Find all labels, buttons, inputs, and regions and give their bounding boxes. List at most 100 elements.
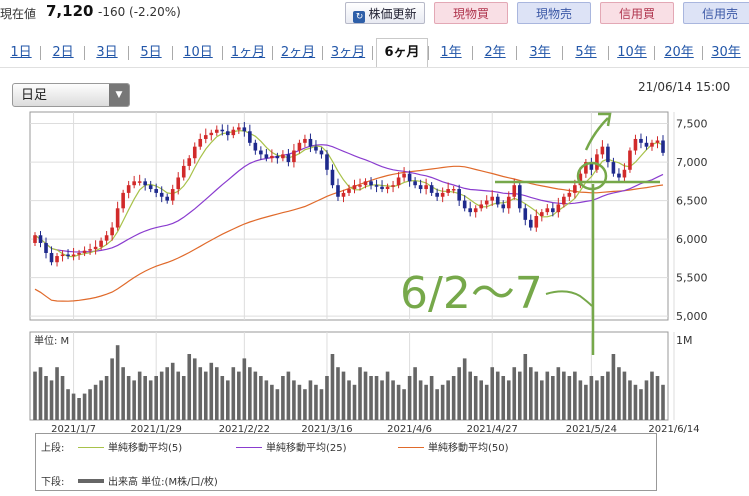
candle-body — [402, 173, 406, 178]
chart-timestamp: 21/06/14 15:00 — [638, 80, 731, 94]
legend-swatch-ma5 — [78, 447, 104, 448]
candle-body — [121, 192, 125, 209]
volume-bar — [611, 354, 616, 420]
candle-body — [363, 181, 368, 186]
candle-body — [633, 138, 638, 151]
volume-bar — [512, 367, 517, 420]
volume-bar — [606, 371, 610, 420]
candle-body — [319, 150, 324, 155]
volume-bar — [523, 354, 528, 420]
volume-bar — [336, 367, 340, 420]
volume-bar — [374, 376, 379, 420]
candle-body — [137, 181, 142, 183]
legend-ma25-label: 単純移動平均(25) — [266, 443, 347, 454]
volume-bar — [589, 376, 594, 420]
candle-body — [115, 208, 120, 228]
candle-body — [220, 129, 225, 132]
candle-body — [170, 189, 175, 201]
candle-body — [655, 140, 660, 143]
candle-body — [303, 138, 307, 143]
volume-bar — [413, 367, 417, 420]
volume-bar — [369, 376, 373, 420]
volume-bar — [137, 371, 142, 420]
candle-body — [435, 192, 439, 197]
volume-bar — [584, 384, 588, 420]
volume-bar — [99, 380, 103, 420]
volume-bar — [424, 384, 428, 420]
candle-body — [148, 185, 153, 190]
volume-bar — [600, 376, 605, 420]
candle-body — [330, 169, 335, 186]
candle-body — [82, 250, 87, 253]
volume-bar — [154, 376, 158, 420]
y-tick-label: 6,500 — [676, 195, 708, 208]
candle-body — [484, 200, 489, 205]
candle-body — [506, 196, 511, 209]
volume-bar — [159, 371, 164, 420]
volume-bar — [165, 367, 170, 420]
candle-body — [165, 196, 170, 201]
candle-body — [325, 154, 329, 170]
volume-bar — [121, 367, 125, 420]
volume-bar — [341, 371, 346, 420]
candle-body — [143, 181, 147, 186]
volume-bar — [38, 367, 43, 420]
volume-bar — [66, 389, 70, 420]
volume-bar — [231, 367, 236, 420]
candle-body — [231, 129, 236, 136]
legend-ma5-label: 単純移動平均(5) — [108, 443, 183, 454]
volume-bar — [264, 380, 269, 420]
volume-bar — [237, 371, 241, 420]
volume-bar — [534, 371, 539, 420]
volume-bar — [490, 367, 495, 420]
timeframe-value: 日足 — [21, 88, 48, 103]
y-tick-label: 6,000 — [676, 233, 708, 246]
volume-bar — [319, 389, 324, 420]
candle-body — [154, 189, 158, 193]
volume-bar — [402, 389, 406, 420]
legend-item-ma5: 単純移動平均(5) — [78, 439, 182, 454]
volume-bar — [148, 380, 153, 420]
y-tick-label: 7,000 — [676, 156, 708, 169]
candle-body — [639, 138, 643, 143]
volume-bar — [484, 384, 489, 420]
volume-bar — [88, 389, 92, 420]
candle-body — [644, 142, 649, 147]
legend-item-ma50: 単純移動平均(50) — [398, 439, 509, 454]
candle-body — [606, 146, 610, 163]
volume-bar — [479, 380, 484, 420]
volume-bar — [352, 384, 357, 420]
candle-body — [314, 146, 318, 151]
legend-item-volume: 出来高 単位:(M株/口/枚) — [78, 473, 218, 488]
candle-body — [556, 204, 561, 213]
candle-body — [110, 227, 114, 236]
candle-body — [99, 240, 103, 247]
candle-body — [540, 212, 544, 216]
volume-bar — [655, 376, 660, 420]
volume-bar — [391, 380, 395, 420]
volume-bar — [528, 367, 533, 420]
timeframe-select[interactable]: 日足 ▼ — [12, 83, 130, 107]
candle-body — [132, 181, 136, 186]
volume-bar — [203, 371, 208, 420]
candle-body — [181, 165, 186, 178]
candle-body — [617, 173, 621, 178]
volume-bar — [270, 384, 274, 420]
volume-bar — [82, 393, 87, 420]
volume-bar — [198, 367, 203, 420]
volume-bar — [104, 376, 109, 420]
volume-bar — [622, 371, 627, 420]
volume-bar — [143, 376, 147, 420]
candle-body — [650, 142, 654, 147]
volume-bar — [71, 393, 76, 420]
volume-bar — [170, 362, 175, 420]
candle-body — [573, 185, 577, 193]
candle-body — [451, 189, 456, 191]
candle-body — [71, 254, 76, 257]
candle-body — [358, 185, 362, 187]
candle-body — [391, 185, 395, 187]
volume-bar — [545, 371, 550, 420]
candle-body — [126, 185, 131, 193]
volume-bar — [440, 384, 445, 420]
volume-bar — [242, 358, 247, 420]
